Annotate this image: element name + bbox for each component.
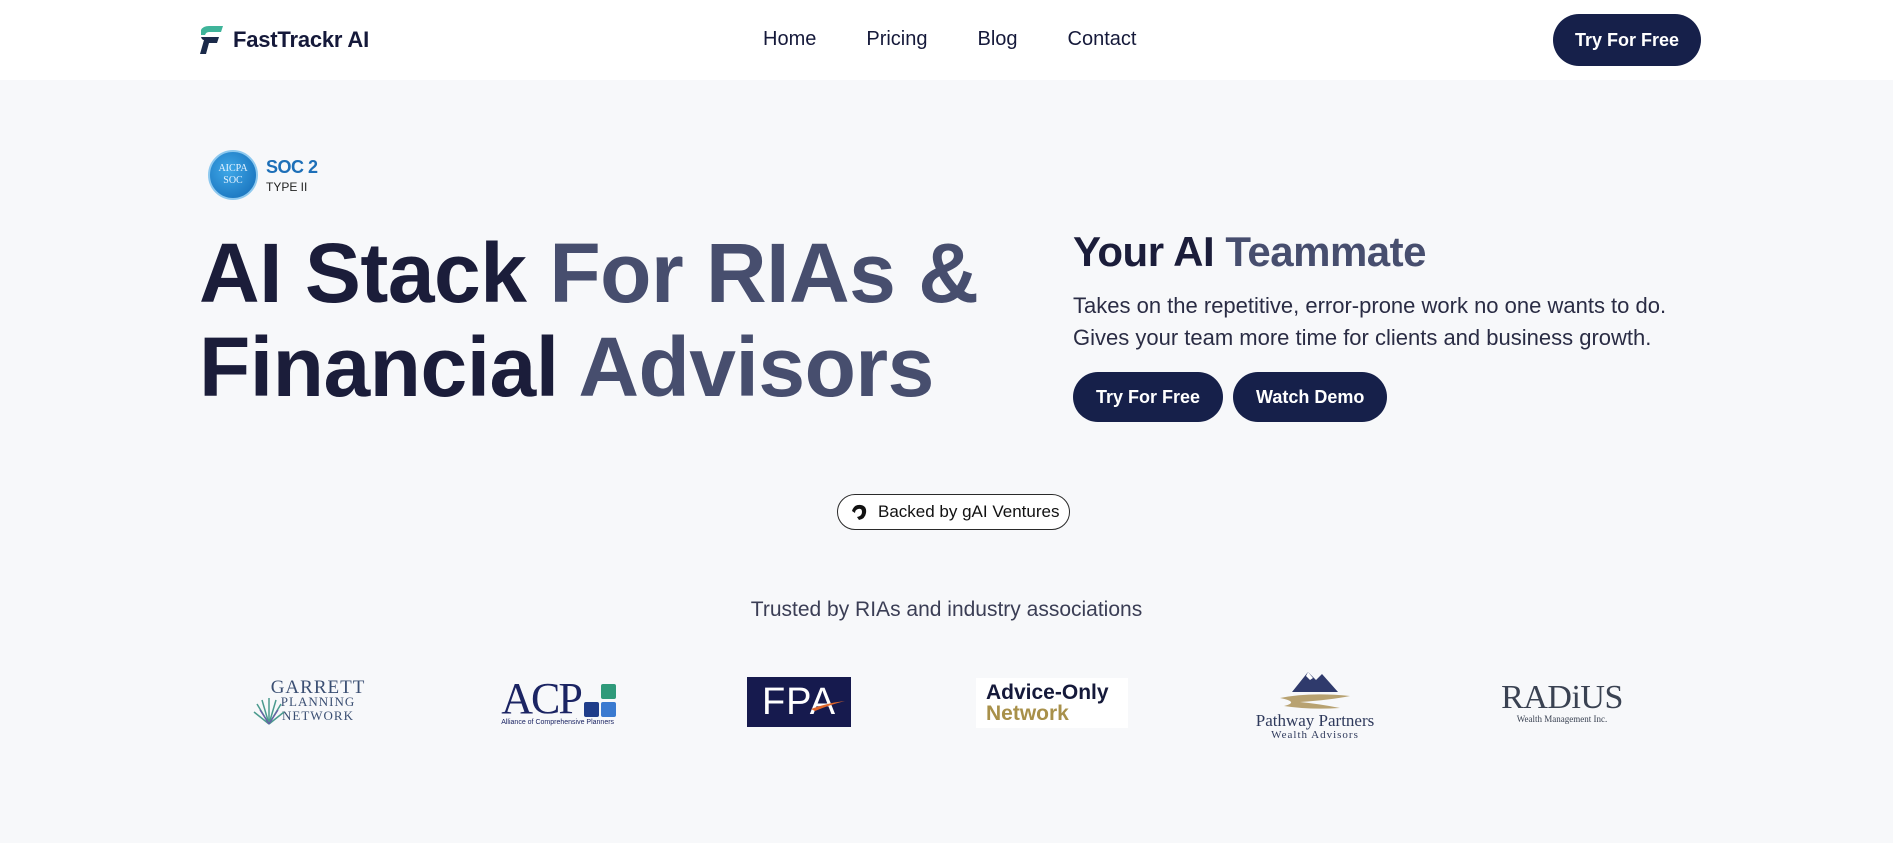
soc2-badge: AICPA SOC SOC 2 TYPE II (208, 150, 318, 200)
radius-line2: Wealth Management Inc. (1516, 714, 1608, 724)
hero-title-line1-b: For RIAs & (526, 226, 979, 320)
soc-subtitle: TYPE II (266, 179, 308, 194)
hero-right-column: Your AI Teammate Takes on the repetitive… (1073, 228, 1713, 422)
radius-logo: RADiUS Wealth Management Inc. (1501, 679, 1623, 725)
pathway-line1: Pathway Partners (1255, 710, 1375, 730)
hero-actions: Try For Free Watch Demo (1073, 372, 1713, 422)
brand-name: FastTrackr AI (233, 27, 369, 52)
tagline-a: Your AI (1073, 228, 1215, 275)
advice-line2: Network (986, 702, 1069, 725)
hero-title-line1-a: AI Stack (199, 226, 527, 320)
nav-pricing[interactable]: Pricing (866, 28, 927, 51)
pathway-line2: Wealth Advisors (1271, 728, 1359, 741)
watch-demo-button[interactable]: Watch Demo (1233, 372, 1388, 422)
fpa-logo: FPA (747, 677, 851, 727)
fpa-swoosh-icon (811, 701, 845, 711)
tagline-b: Teammate (1214, 228, 1426, 275)
advice-line1: Advice-Only (986, 681, 1109, 704)
desc-line1: Takes on the repetitive, error-prone wor… (1073, 293, 1667, 318)
backed-by-badge[interactable]: Backed by gAI Ventures (837, 494, 1071, 530)
backed-label: Backed by gAI Ventures (878, 502, 1060, 521)
garrett-grass-icon (253, 698, 285, 725)
hero-tagline: Your AI Teammate (1073, 228, 1713, 276)
trusted-heading: Trusted by RIAs and industry association… (750, 598, 1143, 621)
seal-line2: SOC (223, 175, 243, 186)
hero-try-free-button[interactable]: Try For Free (1073, 372, 1224, 422)
acp-word: ACP (501, 673, 583, 723)
fasttrackr-logo-icon (200, 26, 223, 54)
nav-home[interactable]: Home (763, 28, 816, 51)
brand-logo[interactable]: FastTrackr AI (197, 24, 369, 56)
acp-sub: Alliance of Comprehensive Planners (501, 718, 615, 726)
garrett-planning-logo: GARRETT PLANNING NETWORK (252, 676, 364, 728)
acp-squares-icon (583, 683, 616, 717)
soc-title: SOC 2 (266, 156, 318, 177)
hero-title-line2-b: Advisors (558, 320, 934, 414)
header-try-free-button[interactable]: Try For Free (1553, 14, 1701, 66)
main-nav: Home Pricing Blog Contact (763, 28, 1136, 51)
acp-logo: ACP Alliance of Comprehensive Planners (497, 676, 623, 728)
hero-title: AI Stack For RIAs & Financial Advisors (199, 226, 979, 414)
seal-line1: AICPA (218, 163, 248, 174)
gai-ventures-icon (852, 504, 867, 520)
radius-line1: RADiUS (1501, 679, 1623, 716)
nav-blog[interactable]: Blog (978, 28, 1018, 51)
mountain-icon (1280, 671, 1350, 709)
hero-description: Takes on the repetitive, error-prone wor… (1073, 290, 1713, 354)
hero-title-line2-a: Financial (199, 320, 559, 414)
pathway-partners-logo: Pathway Partners Wealth Advisors (1252, 662, 1378, 744)
aicpa-seal-icon: AICPA SOC (208, 150, 258, 200)
nav-contact[interactable]: Contact (1068, 28, 1137, 51)
top-header: FastTrackr AI Home Pricing Blog Contact … (0, 0, 1893, 80)
desc-line2: Gives your team more time for clients an… (1073, 325, 1652, 350)
advice-only-network-logo: Advice-Only Network (976, 678, 1128, 728)
